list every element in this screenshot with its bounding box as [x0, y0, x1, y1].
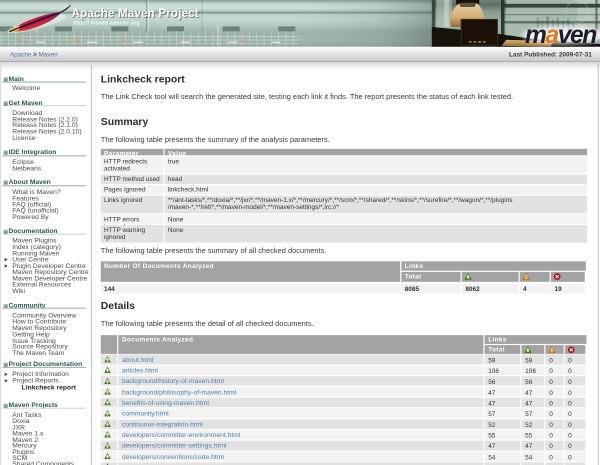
svg-text:maven: maven	[525, 22, 596, 47]
svg-text:http:// maven.apache.org: http:// maven.apache.org	[73, 21, 140, 27]
svg-text:Apache Maven Project: Apache Maven Project	[71, 7, 198, 20]
